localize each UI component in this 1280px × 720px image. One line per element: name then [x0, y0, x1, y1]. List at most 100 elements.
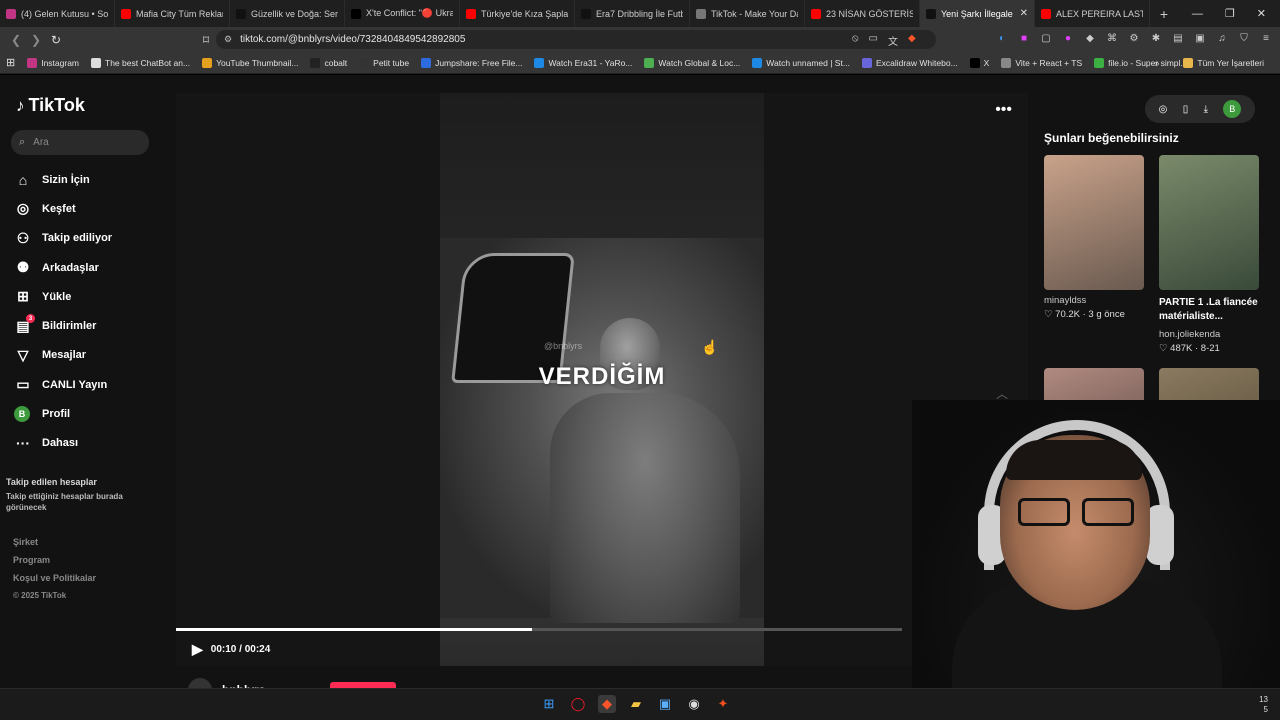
browser-tab[interactable]: (4) Gelen Kutusu • Soh: [0, 0, 115, 27]
sidebar-item-profil[interactable]: B Profil: [14, 399, 112, 428]
site-info-icon[interactable]: ⚙: [224, 34, 232, 45]
sidebar-item-sizin-i-çin[interactable]: ⌂ Sizin İçin: [14, 165, 112, 194]
bookmark-item[interactable]: Petit tube: [353, 57, 415, 68]
top-toolbar: ◎ ▯ ⤓ B: [1145, 95, 1255, 123]
extension-icon[interactable]: ◆: [1084, 31, 1096, 45]
video-frame[interactable]: @bnblyrs VERDİĞİM: [440, 93, 764, 666]
phone-icon[interactable]: ▯: [1183, 104, 1189, 115]
more-options-icon[interactable]: •••: [995, 101, 1012, 119]
browser-tab[interactable]: Era7 Dribbling İle Futb: [575, 0, 690, 27]
browser-tab[interactable]: Türkiye'de Kıza Şaplak: [460, 0, 575, 27]
card-username[interactable]: hon.joliekenda: [1159, 329, 1259, 340]
wallet-icon[interactable]: ▣: [1194, 31, 1206, 45]
reload-icon[interactable]: ↻: [46, 33, 66, 47]
browser-tab[interactable]: TikTok - Make Your Da: [690, 0, 805, 27]
bookmark-item[interactable]: cobalt: [304, 57, 353, 68]
more-bookmarks-icon[interactable]: »: [1155, 58, 1160, 68]
bookmark-item[interactable]: The best ChatBot an...: [85, 57, 196, 68]
sidebar-item-takip-ediliyor[interactable]: ⚇ Takip ediliyor: [14, 224, 112, 253]
browser-tab[interactable]: 23 NİSAN GÖSTERİSİ |: [805, 0, 920, 27]
minimize-icon[interactable]: —: [1192, 8, 1203, 20]
bookmark-item[interactable]: Instagram: [21, 57, 85, 68]
video-time: 00:10 / 00:24: [210, 644, 271, 655]
new-tab-button[interactable]: +: [1154, 6, 1174, 22]
browser-tab[interactable]: Mafia City Tüm Reklam: [115, 0, 230, 27]
footer-link[interactable]: Koşul ve Politikalar: [13, 573, 96, 591]
no-tracking-icon[interactable]: ⦸: [852, 33, 859, 48]
music-icon[interactable]: ♫: [1216, 31, 1228, 45]
figma-icon[interactable]: ✦: [714, 695, 732, 713]
all-bookmarks-folder[interactable]: Tüm Yer İşaretleri: [1177, 57, 1270, 68]
sidebar-icon[interactable]: ▤: [1172, 31, 1184, 45]
video-thumbnail[interactable]: [1044, 155, 1144, 290]
sidebar-item-label: Dahası: [42, 437, 79, 450]
bookmark-item[interactable]: Excalidraw Whitebo...: [856, 57, 964, 68]
close-window-icon[interactable]: ✕: [1257, 7, 1266, 20]
browser-tab[interactable]: Güzellik ve Doğa: Seri: [230, 0, 345, 27]
bookmark-item[interactable]: Jumpshare: Free File...: [415, 57, 528, 68]
sidebar-item-canli-yayın[interactable]: ▭ CANLI Yayın: [14, 370, 112, 399]
user-avatar[interactable]: B: [1223, 100, 1242, 118]
bookmark-item[interactable]: YouTube Thumbnail...: [196, 57, 304, 68]
sidebar-item-mesajlar[interactable]: ▽ Mesajlar: [14, 341, 112, 370]
opera-icon[interactable]: ◯: [569, 695, 587, 713]
sidebar-item-arkadaşlar[interactable]: ⚉ Arkadaşlar: [14, 253, 112, 282]
more-icon: ···: [16, 435, 30, 452]
extensions-puzzle-icon[interactable]: ✱: [1150, 31, 1162, 45]
bookmark-icon[interactable]: ⌑: [196, 33, 216, 47]
apps-icon[interactable]: ⊞: [6, 56, 15, 69]
bookmark-item[interactable]: Watch unnamed | St...: [746, 57, 856, 68]
close-tab-icon[interactable]: ✕: [1020, 8, 1028, 19]
card-title[interactable]: PARTIE 1 .La fiancée matérialiste...: [1159, 296, 1259, 324]
extension-icon[interactable]: ●: [1062, 31, 1074, 45]
forward-icon[interactable]: ❯: [26, 33, 46, 47]
menu-icon[interactable]: ≡: [1260, 31, 1272, 45]
video-player[interactable]: @bnblyrs VERDİĞİM ••• ︿ ﹀ ♥ ▶ 00:10 / 00…: [176, 93, 1028, 702]
url-field[interactable]: ⚙ tiktok.com/@bnblyrs/video/732840484954…: [216, 30, 936, 49]
vpn-icon[interactable]: ⛉: [1238, 31, 1250, 45]
bookmark-item[interactable]: Watch Global & Loc...: [638, 57, 746, 68]
file-explorer-icon[interactable]: ▰: [627, 695, 645, 713]
maximize-icon[interactable]: ❐: [1225, 7, 1235, 20]
tab-favicon-icon: [351, 8, 361, 19]
bookmark-favicon-icon: [534, 57, 545, 68]
bookmark-item[interactable]: Vite + React + TS: [995, 57, 1088, 68]
translate-icon[interactable]: 文: [888, 33, 898, 48]
extension-icon[interactable]: ▢: [1040, 31, 1052, 45]
download-icon[interactable]: ⤓: [1204, 104, 1208, 115]
extension-icon[interactable]: ◐: [996, 31, 1008, 45]
bookmark-item[interactable]: X: [964, 57, 996, 68]
card-username[interactable]: minayldss: [1044, 295, 1144, 306]
browser-tab[interactable]: ALEX PEREIRA LASTİKÇ: [1035, 0, 1150, 27]
sidebar-item-keşfet[interactable]: ◎ Keşfet: [14, 194, 112, 223]
browser-tab[interactable]: X'te Conflict: "🔴 Ukra: [345, 0, 460, 27]
extension-icon[interactable]: ■: [1018, 31, 1030, 45]
recommended-video-card[interactable]: PARTIE 1 .La fiancée matérialiste... hon.…: [1159, 155, 1259, 354]
footer-link[interactable]: Şirket: [13, 537, 96, 555]
pip-icon[interactable]: ▭: [869, 33, 878, 48]
brave-browser-icon[interactable]: ◆: [598, 695, 616, 713]
search-box[interactable]: ⌕: [11, 130, 149, 155]
tiktok-logo[interactable]: ♪ TikTok: [16, 95, 85, 116]
sidebar-item-bildirimler[interactable]: ▤ 3 Bildirimler: [14, 311, 112, 340]
windows-start-icon[interactable]: ⊞: [540, 695, 558, 713]
recommended-video-card[interactable]: minayldss ♡ 70.2K · 3 g önce: [1044, 155, 1144, 320]
play-icon[interactable]: ▶: [192, 641, 203, 658]
bookmark-item[interactable]: Watch Era31 - YaRo...: [528, 57, 638, 68]
sidebar-item-dahası[interactable]: ··· Dahası: [14, 429, 112, 458]
sidebar-item-yükle[interactable]: ⊞ Yükle: [14, 282, 112, 311]
extension-icon[interactable]: ⚙: [1128, 31, 1140, 45]
search-input[interactable]: [33, 137, 134, 148]
browser-tab[interactable]: Yeni Şarkı İllegale ✕: [920, 0, 1035, 27]
back-icon[interactable]: ❮: [6, 33, 26, 47]
obs-icon[interactable]: ◉: [685, 695, 703, 713]
video-thumbnail[interactable]: [1159, 155, 1259, 290]
brave-shield-icon[interactable]: ◆: [908, 33, 916, 48]
address-bar-row: ❮ ❯ ↻ ⌑ ⚙ tiktok.com/@bnblyrs/video/7328…: [0, 27, 1280, 52]
photos-icon[interactable]: ▣: [656, 695, 674, 713]
footer-link[interactable]: Program: [13, 555, 96, 573]
friends-icon: ⚉: [16, 259, 30, 276]
video-progress-bar[interactable]: [176, 628, 902, 631]
extension-icon[interactable]: ⌘: [1106, 31, 1118, 45]
compass-icon[interactable]: ◎: [1159, 104, 1168, 115]
